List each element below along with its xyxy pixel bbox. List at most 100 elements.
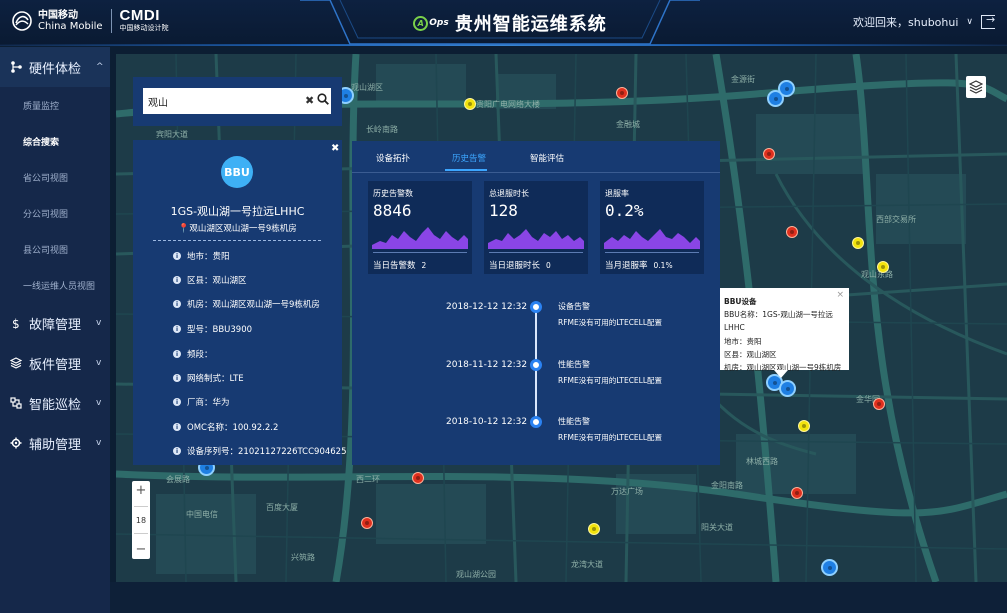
alarm-marker-red[interactable] — [791, 487, 803, 499]
popup-title: BBU设备 — [724, 297, 757, 306]
attr-row: i OMC名称：100.92.2.2 — [173, 421, 278, 433]
nav-group-board[interactable]: 板件管理 v — [0, 343, 110, 383]
map-label: 中国电信 — [186, 510, 218, 519]
tab-history-alarms[interactable]: 历史告警 — [452, 152, 486, 164]
map-label: 西部交易所 — [876, 215, 916, 224]
popup-line: BBU名称：1GS-观山湖一号拉远LHHC — [724, 310, 833, 333]
layers-button[interactable] — [966, 76, 986, 98]
brand-logo-group: 中国移动 China Mobile CMDI 中国移动设计院 — [12, 8, 169, 33]
stat-value: 128 — [489, 201, 518, 220]
user-menu[interactable]: 欢迎回来，shubohui ∨ — [853, 13, 995, 30]
chevron-down-icon[interactable]: ∨ — [966, 17, 973, 27]
welcome-text[interactable]: 欢迎回来，shubohui — [853, 14, 958, 30]
attr-row: i 设备序列号：21021127226TCC904625 — [173, 445, 347, 457]
footer-strip — [110, 582, 1007, 613]
map-label: 金阳南路 — [711, 481, 743, 490]
info-icon: i — [173, 374, 181, 382]
stat-divider — [373, 252, 467, 253]
site-marker-blue[interactable] — [821, 559, 838, 576]
info-icon: i — [173, 325, 181, 333]
close-icon[interactable]: × — [836, 289, 844, 302]
attr-row: i 频段： — [173, 348, 213, 360]
info-icon: i — [173, 300, 181, 308]
alarm-marker-yellow[interactable] — [798, 420, 810, 432]
stat-value: 8846 — [373, 201, 412, 220]
chevron-up-icon: ^ — [96, 62, 104, 72]
info-icon: i — [173, 350, 181, 358]
nav-group-inspection[interactable]: 智能巡检 v — [0, 383, 110, 423]
logout-icon[interactable] — [981, 13, 995, 29]
zoom-in-button[interactable]: + — [136, 483, 147, 498]
sidebar-item-frontline[interactable]: 一线运维人员视图 — [0, 267, 110, 303]
alarm-marker-yellow[interactable] — [588, 523, 600, 535]
sparkline-chart — [372, 227, 468, 249]
attr-row: i 型号：BBU3900 — [173, 323, 252, 335]
attr-row: i 地市：贵阳 — [173, 250, 230, 262]
alarm-marker-red[interactable] — [616, 87, 628, 99]
sparkline-chart — [488, 229, 584, 249]
alarm-marker-yellow[interactable] — [877, 261, 889, 273]
timeline-dot[interactable] — [530, 416, 542, 428]
alarm-marker-red[interactable] — [763, 148, 775, 160]
tab-divider — [352, 172, 720, 173]
map-label: 林城西路 — [746, 457, 778, 466]
timeline-type: 设备告警 — [558, 302, 590, 311]
hardware-icon — [11, 61, 22, 73]
info-icon: i — [173, 276, 181, 284]
map-label: 贵阳广电网络大楼 — [476, 100, 540, 109]
stat-divider — [489, 252, 583, 253]
stat-footer: 当日告警数 2 — [373, 261, 427, 271]
nav-group-fault[interactable]: $ 故障管理 v — [0, 303, 110, 343]
clear-icon[interactable]: ✖ — [305, 94, 314, 107]
stat-card-outage-duration: 总退服时长 128 当日退服时长 0 — [484, 181, 588, 274]
tab-topology[interactable]: 设备拓扑 — [376, 152, 410, 164]
map-info-popup: × BBU设备 BBU名称：1GS-观山湖一号拉远LHHC 地市：贵阳 区县：观… — [720, 288, 849, 372]
alarm-marker-yellow[interactable] — [464, 98, 476, 110]
sidebar-item-search[interactable]: 综合搜索 — [0, 123, 110, 159]
sidebar-item-province[interactable]: 省公司视图 — [0, 159, 110, 195]
china-mobile-logo-icon — [12, 10, 32, 31]
top-header: 中国移动 China Mobile CMDI 中国移动设计院 A Ops 贵州智能… — [0, 0, 1007, 46]
nav-group-label: 硬件体检 — [29, 61, 82, 77]
nav-group-label: 板件管理 — [29, 357, 82, 373]
alarm-marker-red[interactable] — [873, 398, 885, 410]
timeline-dot[interactable] — [530, 301, 542, 313]
timeline-type: 性能告警 — [558, 417, 590, 426]
alarm-history-panel: 设备拓扑 历史告警 智能评估 历史告警数 8846 当日告警数 2 总退服时长 1… — [352, 141, 720, 465]
cmdi-wordmark: CMDI 中国移动设计院 — [119, 7, 169, 32]
map-label: 百度大厦 — [266, 503, 298, 512]
sidebar-item-county[interactable]: 县公司视图 — [0, 231, 110, 267]
bbu-badge: BBU — [221, 156, 253, 188]
china-mobile-wordmark: 中国移动 China Mobile — [38, 9, 103, 32]
inspection-icon — [10, 397, 22, 409]
app-title-group: A Ops 贵州智能运维系统 — [360, 0, 660, 46]
info-icon: i — [173, 398, 181, 406]
nav-group-label: 智能巡检 — [29, 397, 82, 413]
brand-divider — [110, 8, 112, 33]
alarm-marker-red[interactable] — [412, 472, 424, 484]
site-marker-blue[interactable] — [778, 80, 795, 97]
close-icon[interactable]: ✖ — [331, 144, 340, 154]
search-icon[interactable] — [317, 93, 329, 105]
alarm-marker-red[interactable] — [361, 517, 373, 529]
zoom-out-button[interactable]: − — [136, 542, 147, 557]
search-input[interactable] — [143, 88, 331, 114]
sidebar-item-branch[interactable]: 分公司视图 — [0, 195, 110, 231]
nav-group-hardware[interactable]: 硬件体检 ^ — [0, 47, 110, 87]
nav-group-assist[interactable]: 辅助管理 v — [0, 423, 110, 463]
timeline-dot[interactable] — [530, 359, 542, 371]
popup-pointer — [774, 370, 788, 378]
search-panel: ✖ — [133, 77, 342, 126]
stat-title: 历史告警数 — [373, 189, 413, 198]
alarm-marker-yellow[interactable] — [852, 237, 864, 249]
sidebar-item-quality[interactable]: 质量监控 — [0, 87, 110, 123]
site-marker-blue[interactable] — [779, 380, 796, 397]
info-icon: i — [173, 252, 181, 260]
alarm-marker-red[interactable] — [786, 226, 798, 238]
tab-evaluation[interactable]: 智能评估 — [530, 152, 564, 164]
active-tab-indicator — [445, 169, 487, 171]
stat-footer: 当日退服时长 0 — [489, 261, 551, 271]
timeline-date: 2018-10-12 12:32 — [446, 417, 528, 427]
device-name: 1GS-观山湖一号拉远LHHC — [170, 205, 305, 218]
aops-logo-icon: A Ops — [413, 15, 449, 31]
